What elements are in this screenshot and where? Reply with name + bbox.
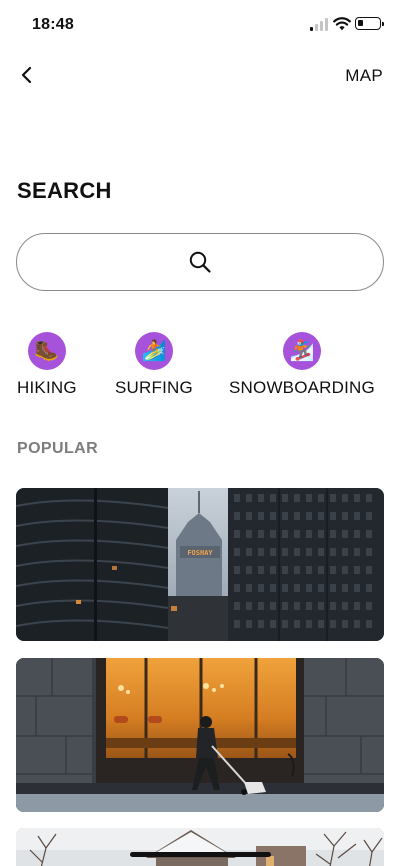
chevron-left-icon xyxy=(21,66,32,84)
foshay-sign: FOSHAY xyxy=(187,549,213,557)
category-snowboarding[interactable]: 🏂 SNOWBOARDING xyxy=(229,332,375,398)
cellular-signal-icon xyxy=(310,18,328,31)
back-button[interactable] xyxy=(14,63,38,87)
status-bar: 18:48 xyxy=(0,0,400,50)
popular-card[interactable] xyxy=(16,828,384,866)
category-hiking[interactable]: 🥾 HIKING xyxy=(17,332,77,398)
surfer-icon: 🏄 xyxy=(134,332,173,370)
search-input[interactable] xyxy=(17,234,383,290)
category-label: SURFING xyxy=(115,378,193,397)
hiking-boot-icon: 🥾 xyxy=(27,332,66,370)
status-time: 18:48 xyxy=(32,16,74,33)
home-indicator xyxy=(130,852,271,857)
city-skyline-photo: FOSHAY xyxy=(16,488,384,641)
snowy-street-photo xyxy=(16,828,384,866)
category-label: SNOWBOARDING xyxy=(229,378,375,397)
wifi-icon xyxy=(333,17,351,31)
battery-icon xyxy=(355,17,384,30)
map-button[interactable]: MAP xyxy=(345,66,383,86)
search-field[interactable] xyxy=(16,233,384,291)
popular-card[interactable]: FOSHAY xyxy=(16,488,384,641)
snowboarder-icon: 🏂 xyxy=(282,332,321,370)
category-label: HIKING xyxy=(17,378,77,397)
search-screen: 18:48 MAP SEARCH 🥾 HIKING 🏄 SURFING 🏂 SN… xyxy=(0,0,400,866)
popular-card[interactable] xyxy=(16,658,384,812)
storefront-night-photo xyxy=(16,658,384,812)
page-title: SEARCH xyxy=(17,178,112,203)
popular-heading: POPULAR xyxy=(17,440,99,457)
category-surfing[interactable]: 🏄 SURFING xyxy=(115,332,193,398)
